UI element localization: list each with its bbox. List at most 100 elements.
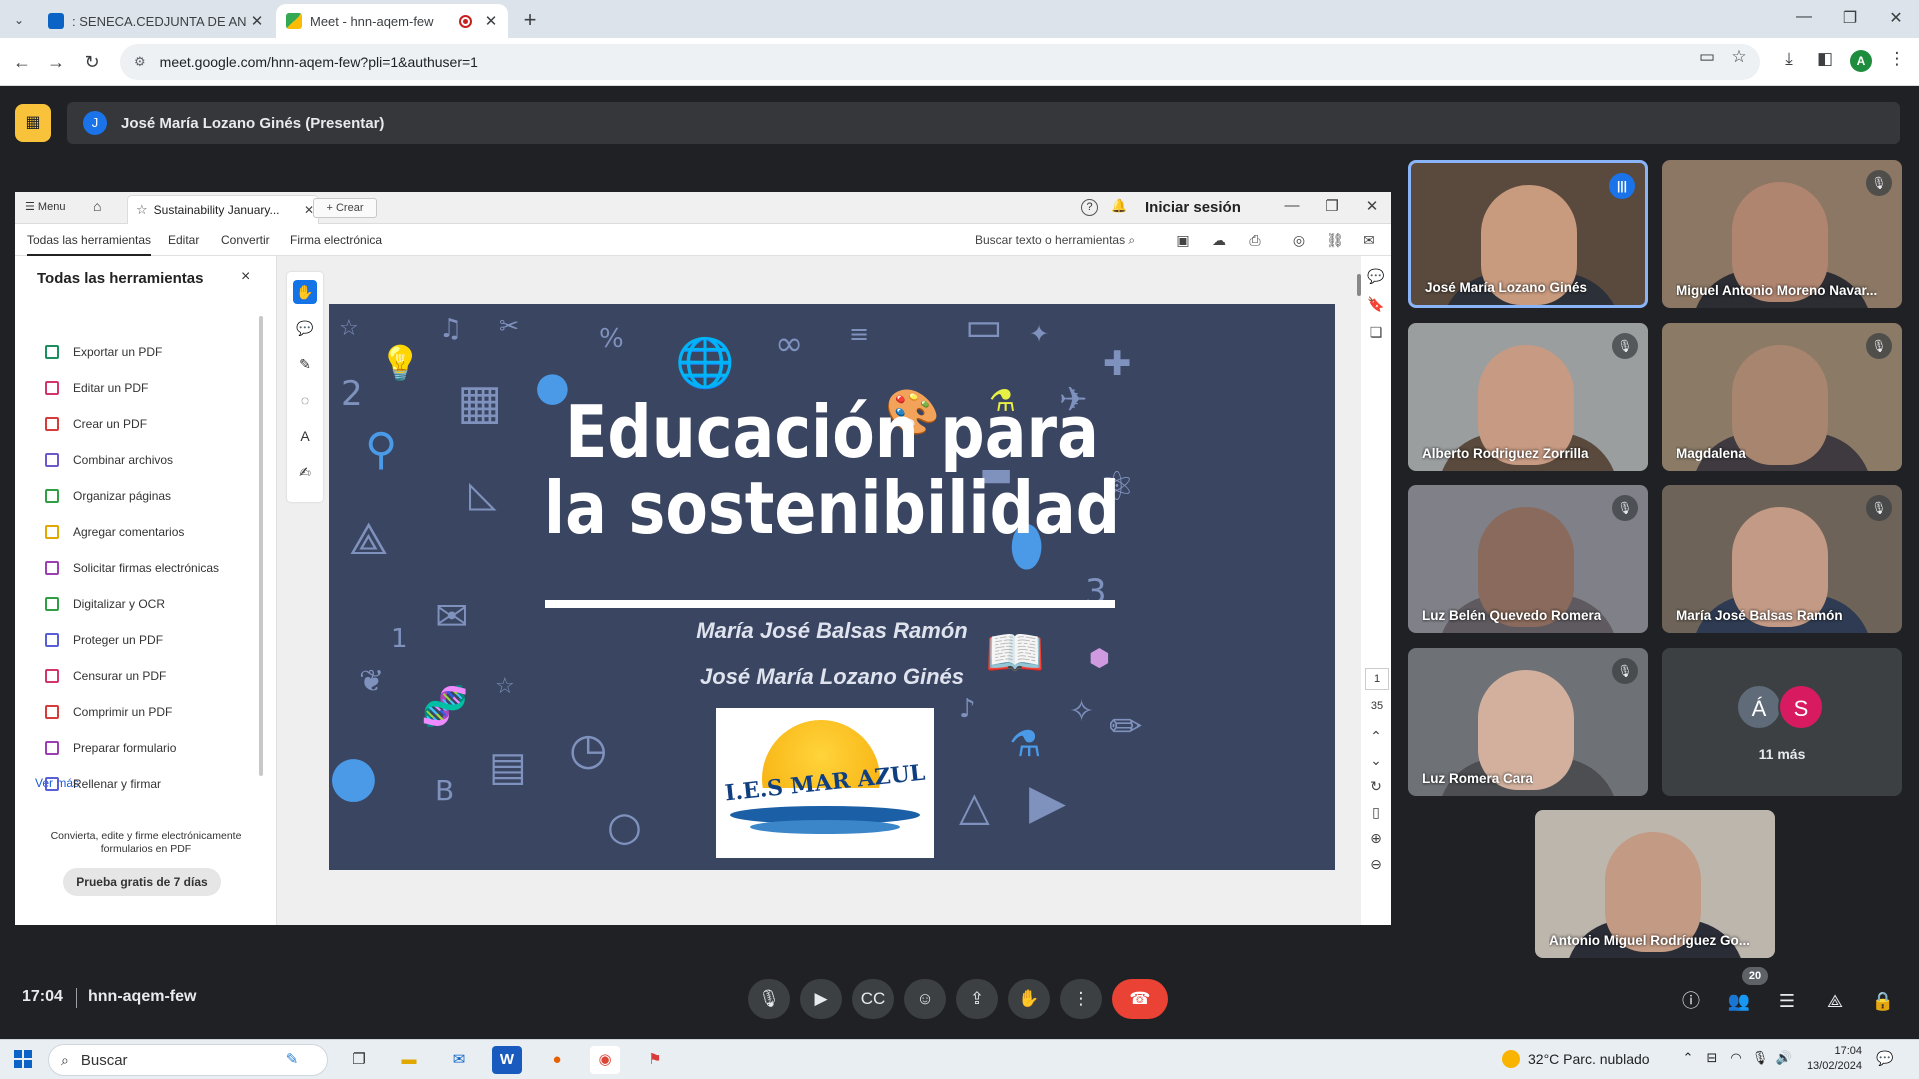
people-icon[interactable]: 👥 xyxy=(1726,988,1752,1014)
create-button[interactable]: + Crear xyxy=(313,198,377,218)
new-tab-button[interactable]: + xyxy=(518,7,542,33)
task-view-icon[interactable]: ❐ xyxy=(344,1046,374,1074)
menu-e-signature[interactable]: Firma electrónica xyxy=(290,233,382,247)
host-controls-icon[interactable]: 🔒 xyxy=(1870,988,1896,1014)
tool-item[interactable]: Comprimir un PDF xyxy=(45,702,172,722)
chat-icon[interactable]: ☰ xyxy=(1774,988,1800,1014)
page-fit-icon[interactable]: ▯ xyxy=(1367,804,1385,821)
tool-item[interactable]: Combinar archivos xyxy=(45,450,173,470)
comments-panel-icon[interactable]: 💬 xyxy=(1367,268,1385,285)
save-icon[interactable]: ▣ xyxy=(1173,232,1193,249)
leave-call-icon[interactable]: ☎ xyxy=(1112,979,1168,1019)
windows-start-icon[interactable] xyxy=(14,1050,32,1068)
zoom-in-icon[interactable]: ⊕ xyxy=(1367,830,1385,847)
participant-tile[interactable]: 🎙 Miguel Antonio Moreno Navar... xyxy=(1662,160,1902,308)
network-icon[interactable]: ⊟ xyxy=(1702,1050,1722,1066)
tool-item[interactable]: Editar un PDF xyxy=(45,378,148,398)
participant-tile[interactable]: 🎙 Alberto Rodriguez Zorrilla xyxy=(1408,323,1648,471)
search-highlight-icon[interactable]: ✎ xyxy=(260,1046,324,1074)
acrobat-restore-icon[interactable]: ❐ xyxy=(1317,197,1347,215)
link-icon[interactable]: ⛓ xyxy=(1325,232,1345,249)
free-trial-button[interactable]: Prueba gratis de 7 días xyxy=(63,868,221,896)
tab-search-dropdown-icon[interactable]: ⌄ xyxy=(8,9,30,31)
firefox-icon[interactable]: ● xyxy=(542,1046,572,1074)
participant-tile[interactable]: Antonio Miguel Rodríguez Go... xyxy=(1535,810,1775,958)
present-screen-icon[interactable]: ⇪ xyxy=(956,979,998,1019)
close-tab-icon[interactable]: ✕ xyxy=(246,12,268,30)
page-number-input[interactable]: 1 xyxy=(1365,668,1389,690)
pen-tool-icon[interactable]: ✎ xyxy=(293,352,317,376)
participant-tile[interactable]: 🎙 Luz Belén Quevedo Romera xyxy=(1408,485,1648,633)
tool-item[interactable]: Proteger un PDF xyxy=(45,630,163,650)
camera-in-use-icon[interactable]: ▭ xyxy=(1694,47,1720,67)
tool-item[interactable]: Preparar formulario xyxy=(45,738,176,758)
camera-icon[interactable]: ▶ xyxy=(800,979,842,1019)
word-icon[interactable]: W xyxy=(492,1046,522,1074)
menu-edit[interactable]: Editar xyxy=(168,233,199,247)
tool-item[interactable]: Organizar páginas xyxy=(45,486,171,506)
more-options-icon[interactable]: ⋮ xyxy=(1060,979,1102,1019)
weather-widget[interactable]: 32°C Parc. nublado xyxy=(1502,1050,1650,1068)
home-icon[interactable]: ⌂ xyxy=(93,198,101,214)
download-icon[interactable]: ⤓ xyxy=(1776,49,1802,69)
page-up-icon[interactable]: ⌃ xyxy=(1367,728,1385,745)
bookmark-star-icon[interactable]: ☆ xyxy=(1726,47,1752,67)
system-clock[interactable]: 17:04 13/02/2024 xyxy=(1782,1044,1862,1074)
side-panel-icon[interactable]: ◧ xyxy=(1812,49,1838,69)
tool-item[interactable]: Solicitar firmas electrónicas xyxy=(45,558,219,578)
menu-convert[interactable]: Convertir xyxy=(221,233,270,247)
more-participants-tile[interactable]: Á S 11 más xyxy=(1662,648,1902,796)
notifications-icon[interactable]: 💬 xyxy=(1876,1050,1893,1067)
forward-icon[interactable]: → xyxy=(42,48,70,76)
favorite-star-icon[interactable]: ☆ xyxy=(136,202,148,218)
upload-cloud-icon[interactable]: ☁ xyxy=(1209,232,1229,249)
print-icon[interactable]: ⎙ xyxy=(1245,232,1265,249)
acrobat-close-icon[interactable]: ✕ xyxy=(1357,197,1387,215)
chrome-icon[interactable]: ◉ xyxy=(590,1046,620,1074)
address-bar[interactable]: ⚙ meet.google.com/hnn-aqem-few?pli=1&aut… xyxy=(120,44,1760,80)
lasso-tool-icon[interactable]: ◌ xyxy=(293,388,317,412)
meeting-info-icon[interactable]: ⓘ xyxy=(1678,988,1704,1014)
microphone-tray-icon[interactable]: 🎙 xyxy=(1750,1050,1770,1066)
tool-item[interactable]: Censurar un PDF xyxy=(45,666,166,686)
back-icon[interactable]: ← xyxy=(8,48,36,76)
raise-hand-icon[interactable]: ✋ xyxy=(1008,979,1050,1019)
signin-button[interactable]: Iniciar sesión xyxy=(1145,199,1241,216)
emoji-reaction-icon[interactable]: ☺ xyxy=(904,979,946,1019)
close-panel-icon[interactable]: × xyxy=(241,268,250,286)
captions-icon[interactable]: CC xyxy=(852,979,894,1019)
tab-seneca[interactable]: : SENECA.CEDJUNTA DE ANDA ✕ xyxy=(38,4,274,38)
site-info-icon[interactable]: ⚙ xyxy=(134,54,146,70)
acrobat-document-tab[interactable]: ☆ Sustainability January... ✕ xyxy=(127,195,319,224)
text-box-tool-icon[interactable]: A xyxy=(293,424,317,448)
restore-window-icon[interactable]: ❐ xyxy=(1830,8,1870,28)
tool-item[interactable]: Digitalizar y OCR xyxy=(45,594,165,614)
close-tab-icon[interactable]: ✕ xyxy=(480,12,502,30)
activities-icon[interactable]: ⟁ xyxy=(1822,988,1848,1014)
bookmarks-panel-icon[interactable]: 🔖 xyxy=(1367,296,1385,313)
tool-item[interactable]: Crear un PDF xyxy=(45,414,147,434)
tool-item[interactable]: Exportar un PDF xyxy=(45,342,162,362)
acrobat-icon[interactable]: ⚑ xyxy=(640,1046,670,1074)
reload-icon[interactable]: ↻ xyxy=(78,48,106,76)
tool-search[interactable]: Buscar texto o herramientas ⌕ xyxy=(975,233,1135,248)
help-icon[interactable]: ? xyxy=(1081,199,1098,216)
hand-tool-icon[interactable]: ✋ xyxy=(293,280,317,304)
acrobat-minimize-icon[interactable]: — xyxy=(1277,197,1307,214)
notification-bell-icon[interactable]: 🔔 xyxy=(1111,198,1127,214)
minimize-window-icon[interactable]: — xyxy=(1784,8,1824,26)
tool-item[interactable]: Agregar comentarios xyxy=(45,522,184,542)
mail-icon[interactable]: ✉ xyxy=(444,1046,474,1074)
participant-tile[interactable]: ||| José María Lozano Ginés xyxy=(1408,160,1648,308)
menu-all-tools[interactable]: Todas las herramientas xyxy=(27,233,152,256)
participant-tile[interactable]: 🎙 Luz Romera Cara xyxy=(1408,648,1648,796)
pages-panel-icon[interactable]: ❏ xyxy=(1367,324,1385,341)
panel-scrollbar[interactable] xyxy=(259,316,263,776)
wifi-icon[interactable]: ◠ xyxy=(1726,1050,1746,1066)
tab-meet[interactable]: Meet - hnn-aqem-few ✕ xyxy=(276,4,508,38)
email-icon[interactable]: ✉ xyxy=(1359,232,1379,249)
participant-tile[interactable]: 🎙 María José Balsas Ramón xyxy=(1662,485,1902,633)
profile-avatar[interactable]: A xyxy=(1850,50,1872,72)
close-window-icon[interactable]: ✕ xyxy=(1876,8,1916,28)
file-explorer-icon[interactable]: ▬ xyxy=(394,1046,424,1074)
